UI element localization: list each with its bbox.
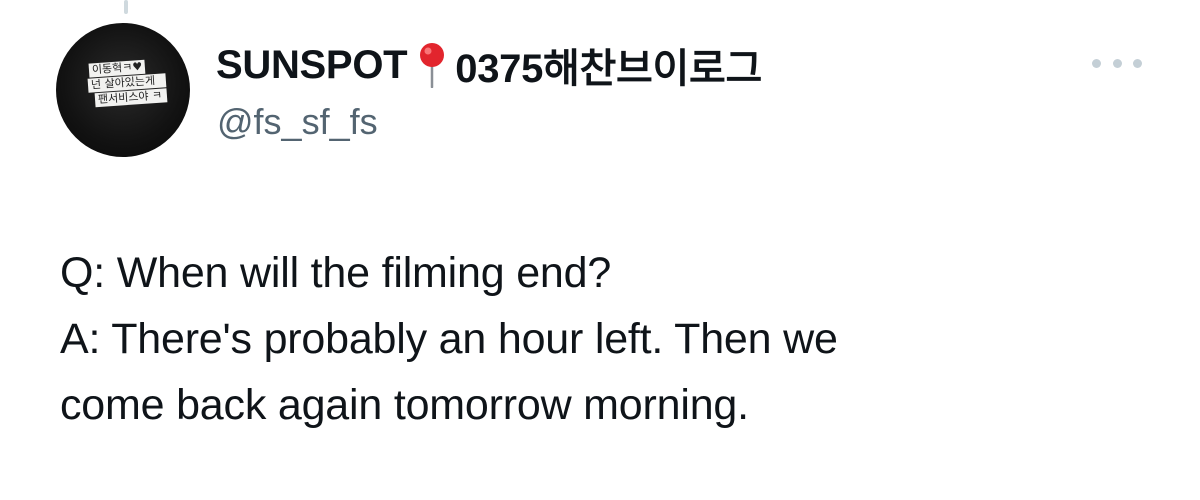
more-horizontal-icon-dot	[1112, 58, 1122, 68]
display-name-suffix: 0375해찬브이로그	[455, 47, 763, 91]
tweet-text: Q: When will the filming end? A: There's…	[60, 240, 1160, 438]
pushpin-icon	[420, 43, 445, 88]
display-name[interactable]: SUNSPOT 0375해찬브이로그	[216, 36, 762, 94]
tweet-text-line: A: There's probably an hour left. Then w…	[60, 315, 838, 363]
more-options-button[interactable]	[1092, 50, 1142, 76]
more-horizontal-icon-dot	[1092, 58, 1101, 68]
more-horizontal-icon-dot	[1133, 58, 1142, 68]
avatar-note-text: 이동혁ㅋ♥ 넌 살아있는게 팬서비스야 ㅋ	[87, 58, 168, 108]
tweet-text-line: come back again tomorrow morning.	[60, 381, 749, 429]
tweet-text-line: Q: When will the filming end?	[60, 249, 612, 297]
display-name-text: SUNSPOT	[216, 42, 408, 87]
user-handle[interactable]: @fs_sf_fs	[217, 101, 378, 143]
avatar[interactable]: 이동혁ㅋ♥ 넌 살아있는게 팬서비스야 ㅋ	[56, 23, 190, 157]
thread-connector-line	[124, 0, 128, 14]
